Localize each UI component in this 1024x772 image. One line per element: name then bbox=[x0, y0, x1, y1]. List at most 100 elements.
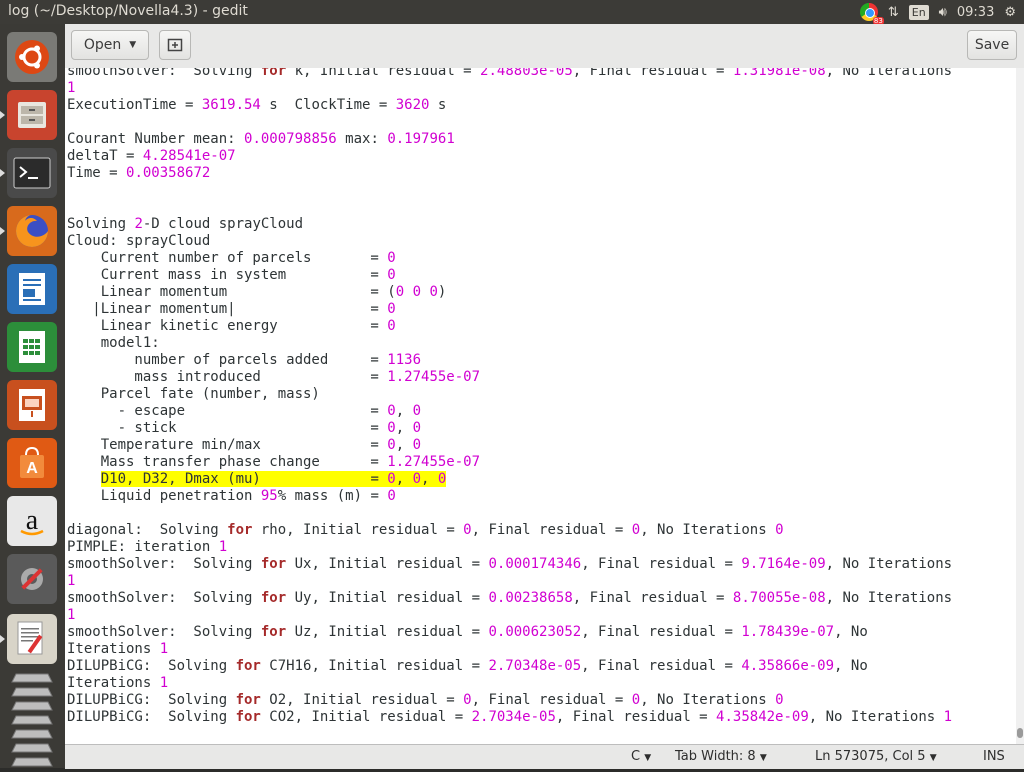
firefox-launcher[interactable] bbox=[0, 206, 57, 256]
text-token: smoothSolver: Solving bbox=[67, 556, 261, 572]
number-token: 1 bbox=[159, 675, 169, 691]
text-token: smoothSolver: Solving bbox=[67, 624, 261, 640]
editor-line[interactable]: 1 bbox=[67, 80, 952, 97]
trash-stack[interactable] bbox=[8, 672, 56, 768]
editor-line[interactable]: Time = 0.00358672 bbox=[67, 165, 952, 182]
editor-line[interactable]: smoothSolver: Solving for Uy, Initial re… bbox=[67, 590, 952, 607]
open-button[interactable]: Open ▼ bbox=[71, 30, 149, 60]
editor-line[interactable]: number of parcels added = 1136 bbox=[67, 352, 952, 369]
files-launcher[interactable] bbox=[0, 90, 57, 140]
calc-launcher[interactable] bbox=[7, 322, 57, 372]
editor-line[interactable]: 1 bbox=[67, 573, 952, 590]
editor-line[interactable]: DILUPBiCG: Solving for C7H16, Initial re… bbox=[67, 658, 952, 675]
text-editor[interactable]: smoothSolver: Solving for k, Initial res… bbox=[65, 68, 1024, 744]
editor-line[interactable]: Temperature min/max = 0, 0 bbox=[67, 437, 952, 454]
editor-line[interactable]: ExecutionTime = 3619.54 s ClockTime = 36… bbox=[67, 97, 952, 114]
text-token: Iterations bbox=[67, 675, 160, 691]
text-token: Uz, Initial residual = bbox=[286, 624, 489, 640]
amazon-icon: a bbox=[20, 505, 44, 536]
editor-line[interactable]: - escape = 0, 0 bbox=[67, 403, 952, 420]
text-token: , No Iterations bbox=[825, 556, 953, 572]
editor-line[interactable]: deltaT = 4.28541e-07 bbox=[67, 148, 952, 165]
editor-line[interactable]: model1: bbox=[67, 335, 952, 352]
editor-line[interactable]: DILUPBiCG: Solving for O2, Initial resid… bbox=[67, 692, 952, 709]
editor-text[interactable]: smoothSolver: Solving for k, Initial res… bbox=[67, 68, 952, 726]
impress-launcher[interactable] bbox=[7, 380, 57, 430]
software-center-launcher[interactable]: A bbox=[7, 438, 57, 488]
keyword-token: for bbox=[260, 624, 287, 640]
text-token: number of parcels added = bbox=[67, 352, 388, 368]
text-token: smoothSolver: Solving bbox=[67, 590, 261, 606]
open-label: Open bbox=[83, 37, 122, 53]
editor-line[interactable]: Parcel fate (number, mass) bbox=[67, 386, 952, 403]
text-token: , Final residual = bbox=[581, 658, 742, 674]
writer-launcher[interactable] bbox=[7, 264, 57, 314]
keyword-token: for bbox=[260, 590, 287, 606]
editor-line[interactable]: D10, D32, Dmax (mu) = 0, 0, 0 bbox=[67, 471, 952, 488]
settings-gear-icon[interactable]: ⚙ bbox=[1004, 5, 1016, 20]
editor-line[interactable] bbox=[67, 199, 952, 216]
editor-line[interactable]: diagonal: Solving for rho, Initial resid… bbox=[67, 522, 952, 539]
number-token: 1 bbox=[67, 573, 76, 589]
editor-line[interactable]: smoothSolver: Solving for Ux, Initial re… bbox=[67, 556, 952, 573]
editor-line[interactable]: Cloud: sprayCloud bbox=[67, 233, 952, 250]
gedit-launcher[interactable] bbox=[0, 614, 57, 664]
keyboard-language[interactable]: En bbox=[908, 4, 929, 20]
editor-line[interactable]: |Linear momentum| = 0 bbox=[67, 301, 952, 318]
text-token: , No Iterations bbox=[640, 692, 776, 708]
vertical-scrollbar[interactable] bbox=[1016, 68, 1024, 744]
ubuntu-dash-button[interactable] bbox=[7, 32, 57, 82]
editor-line[interactable]: PIMPLE: iteration 1 bbox=[67, 539, 952, 556]
keyword-token: for bbox=[260, 556, 287, 572]
file-cabinet-icon bbox=[18, 102, 46, 128]
editor-line[interactable]: DILUPBiCG: Solving for CO2, Initial resi… bbox=[67, 709, 952, 726]
new-tab-button[interactable] bbox=[159, 30, 191, 60]
tab-width-selector[interactable]: Tab Width: 8 ▼ bbox=[675, 749, 767, 764]
editor-line[interactable]: smoothSolver: Solving for Uz, Initial re… bbox=[67, 624, 952, 641]
text-token: , No bbox=[834, 658, 868, 674]
editor-line[interactable]: Liquid penetration 95% mass (m) = 0 bbox=[67, 488, 952, 505]
text-token: Courant Number mean: bbox=[67, 131, 245, 147]
text-token: , Final residual = bbox=[555, 709, 717, 725]
editor-line[interactable] bbox=[67, 182, 952, 199]
editor-line[interactable]: Solving 2-D cloud sprayCloud bbox=[67, 216, 952, 233]
volume-icon[interactable]: 🔊︎ bbox=[939, 5, 947, 20]
text-token: , bbox=[395, 403, 413, 419]
position-label: Ln 573075, Col 5 bbox=[815, 749, 926, 764]
editor-line[interactable]: Linear kinetic energy = 0 bbox=[67, 318, 952, 335]
editor-line[interactable]: mass introduced = 1.27455e-07 bbox=[67, 369, 952, 386]
system-tray: 83 ⇅ En 🔊︎ 09:33 ⚙ bbox=[859, 0, 1016, 25]
insert-mode[interactable]: INS bbox=[983, 749, 1005, 764]
keyword-token: for bbox=[235, 658, 261, 674]
editor-line[interactable]: Iterations 1 bbox=[67, 641, 952, 658]
dropdown-arrow-icon: ▼ bbox=[929, 753, 937, 763]
editor-line[interactable]: Mass transfer phase change = 1.27455e-07 bbox=[67, 454, 952, 471]
editor-line[interactable] bbox=[67, 505, 952, 522]
terminal-launcher[interactable] bbox=[0, 148, 57, 198]
clock[interactable]: 09:33 bbox=[957, 5, 994, 20]
editor-line[interactable]: Current number of parcels = 0 bbox=[67, 250, 952, 267]
status-bar: C ▼ Tab Width: 8 ▼ Ln 573075, Col 5 ▼ IN… bbox=[65, 744, 1024, 769]
system-settings-launcher[interactable] bbox=[7, 554, 57, 604]
amazon-launcher[interactable]: a bbox=[7, 496, 57, 546]
editor-line[interactable]: Linear momentum = (0 0 0) bbox=[67, 284, 952, 301]
text-token: Temperature min/max = bbox=[67, 437, 388, 453]
editor-line[interactable]: smoothSolver: Solving for k, Initial res… bbox=[67, 68, 952, 80]
editor-line[interactable]: Iterations 1 bbox=[67, 675, 952, 692]
scrollbar-thumb[interactable] bbox=[1017, 728, 1023, 738]
new-document-icon bbox=[167, 38, 183, 52]
editor-line[interactable] bbox=[67, 114, 952, 131]
number-token: 0 bbox=[387, 403, 396, 419]
editor-line[interactable]: 1 bbox=[67, 607, 952, 624]
keyword-token: for bbox=[260, 68, 287, 79]
cursor-position[interactable]: Ln 573075, Col 5 ▼ bbox=[815, 749, 937, 764]
save-button[interactable]: Save bbox=[967, 30, 1017, 60]
text-token: - escape = bbox=[67, 403, 388, 419]
editor-line[interactable]: Current mass in system = 0 bbox=[67, 267, 952, 284]
dropdown-arrow-icon: ▼ bbox=[129, 40, 137, 50]
language-selector[interactable]: C ▼ bbox=[631, 749, 651, 764]
chrome-icon[interactable]: 83 bbox=[859, 3, 884, 25]
network-icon[interactable]: ⇅ bbox=[888, 5, 899, 20]
editor-line[interactable]: - stick = 0, 0 bbox=[67, 420, 952, 437]
editor-line[interactable]: Courant Number mean: 0.000798856 max: 0.… bbox=[67, 131, 952, 148]
